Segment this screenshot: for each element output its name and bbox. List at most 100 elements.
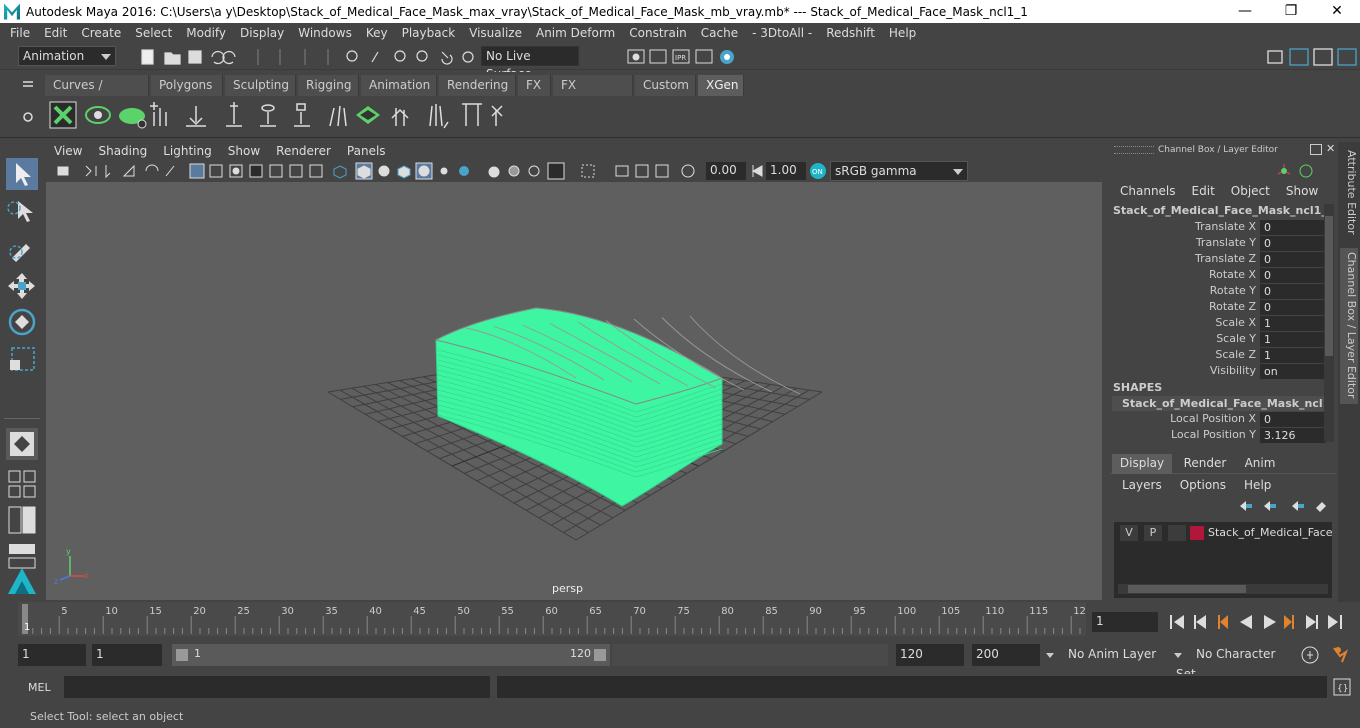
anim-layer-dropdown[interactable]: No Anim Layer xyxy=(1044,644,1164,666)
channel-label[interactable]: Rotate Z xyxy=(1209,300,1256,313)
channel-label[interactable]: Translate X xyxy=(1195,220,1256,233)
menu-modify[interactable]: Modify xyxy=(179,26,233,40)
channel-label[interactable]: Visibility xyxy=(1210,364,1256,377)
range-end-handle[interactable] xyxy=(594,649,606,661)
viewport-menu-show[interactable]: Show xyxy=(220,144,268,158)
menu-select[interactable]: Select xyxy=(128,26,179,40)
channel-scrollbar[interactable] xyxy=(1324,204,1334,442)
menu-visualize[interactable]: Visualize xyxy=(462,26,529,40)
command-language-label[interactable]: MEL xyxy=(28,681,51,694)
layer-menu-layers[interactable]: Layers xyxy=(1112,478,1170,492)
shelf-tab-rigging[interactable]: Rigging xyxy=(298,75,359,96)
single-view-layout-icon[interactable] xyxy=(6,428,38,460)
timeline-ruler[interactable]: 5 10 15 20 25 30 35 40 45 50 55 60 65 70 75 80 85 90 95 100… xyxy=(18,602,1088,636)
viewport-menu-panels[interactable]: Panels xyxy=(339,144,394,158)
menu-redshift[interactable]: Redshift xyxy=(819,26,882,40)
channel-box-menu-show[interactable]: Show xyxy=(1274,184,1318,198)
layer-tab-anim[interactable]: Anim xyxy=(1236,454,1284,474)
menu-display[interactable]: Display xyxy=(233,26,291,40)
xgen-shelf-icons[interactable] xyxy=(46,98,526,134)
gamma-icon[interactable] xyxy=(749,162,765,180)
layer-playback-toggle[interactable]: P xyxy=(1144,525,1162,541)
shelf-tab-fx-caching[interactable]: FX Caching xyxy=(553,75,633,112)
channel-label[interactable]: Scale X xyxy=(1215,316,1256,329)
command-input[interactable] xyxy=(64,676,490,698)
channel-label[interactable]: Scale Y xyxy=(1216,332,1256,345)
viewport-menu-view[interactable]: View xyxy=(46,144,90,158)
channel-value[interactable]: 0 xyxy=(1260,300,1326,315)
shelf-tab-animation[interactable]: Animation xyxy=(361,75,437,96)
channel-label[interactable]: Rotate Y xyxy=(1210,284,1256,297)
viewport-menu-lighting[interactable]: Lighting xyxy=(155,144,220,158)
channel-value[interactable]: 0 xyxy=(1260,252,1326,267)
menu-file[interactable]: File xyxy=(0,26,37,40)
time-slider[interactable]: 5 10 15 20 25 30 35 40 45 50 55 60 65 70 75 80 85 90 95 100… xyxy=(0,602,1360,638)
viewport-menu-renderer[interactable]: Renderer xyxy=(268,144,339,158)
playback-start-field[interactable]: 1 xyxy=(92,644,162,666)
shelf-tab-custom[interactable]: Custom xyxy=(635,75,696,96)
character-set-dropdown[interactable]: No Character Set xyxy=(1172,644,1296,681)
shelf-tab-rendering[interactable]: Rendering xyxy=(439,75,516,96)
channel-value[interactable]: on xyxy=(1260,364,1326,379)
layer-action-icons[interactable] xyxy=(1236,498,1336,514)
menu-create[interactable]: Create xyxy=(74,26,128,40)
channel-value[interactable]: 0 xyxy=(1260,412,1326,427)
shelf-tab-curves-surfaces[interactable]: Curves / Surfaces xyxy=(45,75,149,112)
channel-box-menu-channels[interactable]: Channels xyxy=(1108,184,1176,198)
layer-menu-help[interactable]: Help xyxy=(1234,478,1279,492)
shelf-tab-xgen[interactable]: XGen xyxy=(698,75,744,96)
channel-value[interactable]: 1 xyxy=(1260,316,1326,331)
menu-3dtoall[interactable]: - 3DtoAll - xyxy=(745,26,819,40)
menu-playback[interactable]: Playback xyxy=(395,26,463,40)
channel-value[interactable]: 0 xyxy=(1260,236,1326,251)
channel-label[interactable]: Scale Z xyxy=(1215,348,1256,361)
workspace-icons[interactable] xyxy=(1262,45,1358,69)
scale-tool-icon[interactable] xyxy=(6,342,38,374)
menu-key[interactable]: Key xyxy=(359,26,395,40)
anim-prefs-icons[interactable] xyxy=(1300,644,1356,666)
channel-label[interactable]: Translate Y xyxy=(1196,236,1256,249)
panel-toolbar-icons[interactable] xyxy=(54,162,714,180)
playback-end-field[interactable]: 120 xyxy=(896,644,964,666)
layer-visibility-toggle[interactable]: V xyxy=(1120,525,1138,541)
shelf-tab-fx[interactable]: FX xyxy=(518,75,551,96)
channel-value[interactable]: 1 xyxy=(1260,348,1326,363)
channel-value[interactable]: 0 xyxy=(1260,284,1326,299)
channel-label[interactable]: Local Position X xyxy=(1170,412,1256,425)
mode-dropdown[interactable]: Animation xyxy=(18,46,116,66)
channel-value[interactable]: 3.126 xyxy=(1260,428,1326,443)
layer-hscrollbar[interactable] xyxy=(1118,584,1328,594)
close-panel-icon[interactable]: ✕ xyxy=(1326,142,1335,155)
paint-select-tool-icon[interactable] xyxy=(6,232,38,264)
scene-view[interactable]: y x z xyxy=(46,182,1102,600)
four-view-layout-icon[interactable] xyxy=(6,468,38,500)
layer-row[interactable]: V P Stack_of_Medical_Face_M xyxy=(1118,525,1332,541)
layer-tab-display[interactable]: Display xyxy=(1112,454,1172,474)
playback-controls[interactable] xyxy=(1166,612,1358,632)
close-button[interactable]: ✕ xyxy=(1314,0,1360,23)
range-slider[interactable]: 1 120 xyxy=(172,644,610,666)
menu-edit[interactable]: Edit xyxy=(37,26,74,40)
range-start-handle[interactable] xyxy=(176,649,188,661)
rotate-tool-icon[interactable] xyxy=(6,306,38,338)
channel-label[interactable]: Local Position Y xyxy=(1171,428,1256,441)
lasso-tool-icon[interactable] xyxy=(6,196,38,228)
move-tool-icon[interactable] xyxy=(6,270,38,302)
channel-box-status-icons[interactable] xyxy=(1276,162,1316,180)
shape-name[interactable]: Stack_of_Medical_Face_Mask_ncl1_1... xyxy=(1112,396,1324,411)
menu-constrain[interactable]: Constrain xyxy=(622,26,694,40)
channel-label[interactable]: Translate Z xyxy=(1195,252,1256,265)
menu-cache[interactable]: Cache xyxy=(694,26,745,40)
animation-start-field[interactable]: 1 xyxy=(18,644,86,666)
shelf-menu-icon[interactable] xyxy=(20,76,36,94)
script-editor-icon[interactable]: {} xyxy=(1333,678,1351,696)
layer-type-toggle[interactable] xyxy=(1168,525,1186,541)
drag-handle[interactable] xyxy=(1114,146,1154,154)
shelf-settings-icon[interactable] xyxy=(20,108,36,126)
viewport-canvas[interactable]: y x z persp xyxy=(46,182,1102,600)
channel-box-menu-object[interactable]: Object xyxy=(1219,184,1270,198)
layer-color-swatch[interactable] xyxy=(1190,526,1204,540)
object-name[interactable]: Stack_of_Medical_Face_Mask_ncl1_1 xyxy=(1113,204,1334,217)
channel-value[interactable]: 0 xyxy=(1260,220,1326,235)
layer-name[interactable]: Stack_of_Medical_Face_M xyxy=(1208,525,1332,541)
